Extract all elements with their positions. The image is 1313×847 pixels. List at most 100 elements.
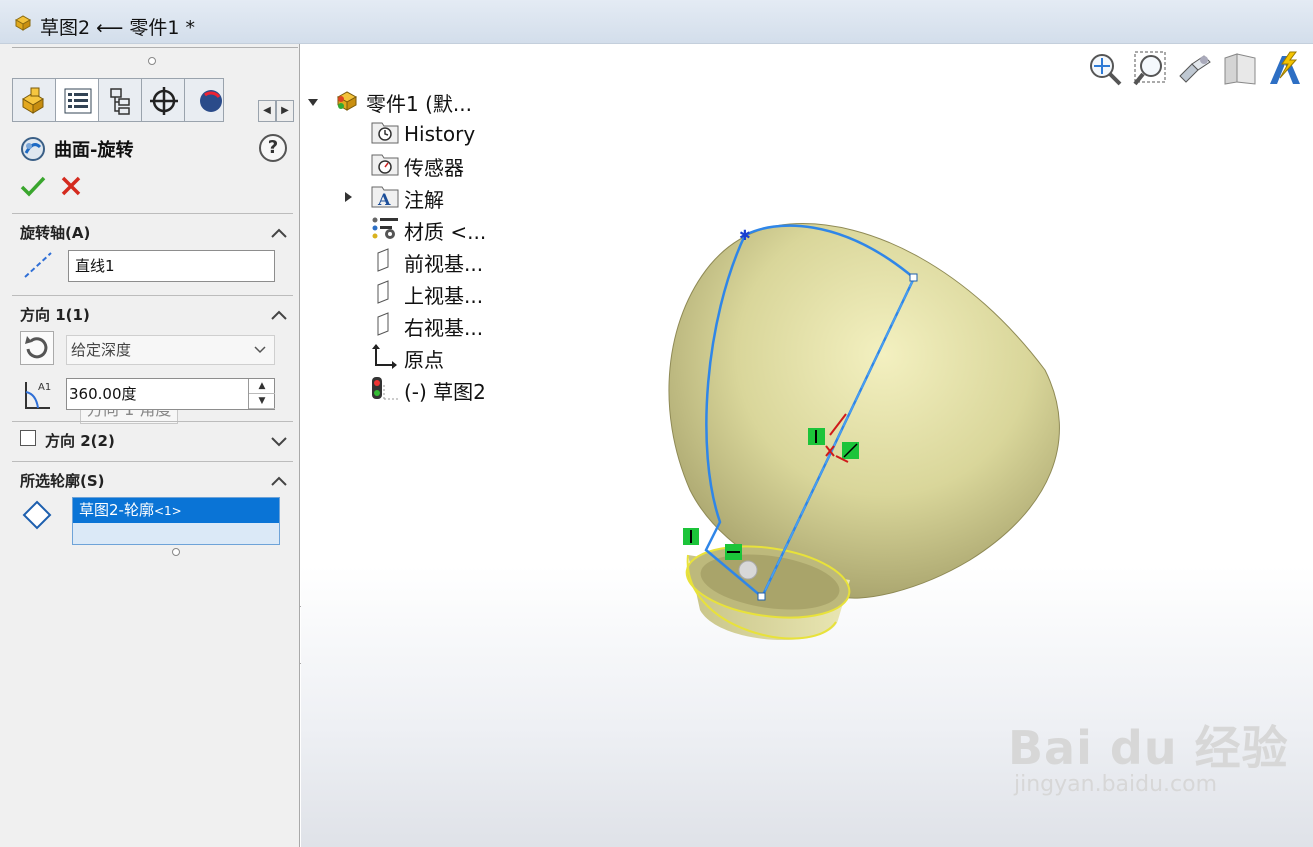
tab-scroll-buttons: ◀ ▶ [258,100,296,122]
tab-configuration-manager[interactable] [98,78,142,122]
preview-handle[interactable] [738,560,758,580]
collapse-icon[interactable] [270,472,288,491]
tree-item[interactable]: 原点 [370,344,444,372]
expand-arrow-icon[interactable] [342,189,354,208]
reverse-direction-button[interactable] [20,331,54,365]
spin-up-icon[interactable]: ▲ [249,379,275,394]
angle-input[interactable]: 360.00度 [66,378,275,410]
selected-profile-item[interactable]: 草图2-轮廓<1> [73,498,279,523]
plane-icon [370,247,400,277]
dimxpert-icon [150,87,178,115]
origin-icon [370,343,400,373]
svg-text:A: A [377,190,391,209]
cancel-button[interactable] [60,175,82,201]
direction2-section-title[interactable]: 方向 2(2) [45,430,115,451]
tree-item[interactable]: 前视基... [370,248,483,276]
sketch-point-marker: ✱ [739,228,751,244]
display-manager-icon [200,90,222,112]
plane-icon [370,311,400,341]
tree-item-label: 右视基... [404,315,484,340]
tree-item[interactable]: 上视基... [370,280,483,308]
tree-root-label: 零件1 (默... [366,91,472,116]
tree-item-label: History [404,122,476,146]
tree-item-label: 上视基... [404,283,484,308]
material-icon [370,215,400,245]
help-button[interactable]: ? [259,134,287,162]
tree-item-label: (-) 草图2 [404,379,486,404]
tree-item[interactable]: History [370,120,475,148]
tab-dimxpert-manager[interactable] [141,78,185,122]
panel-grip-bottom[interactable] [172,548,180,556]
tree-item-label: 前视基... [404,251,484,276]
dynamic-annotation-icon[interactable] [1266,50,1304,88]
tree-item-label: 注解 [404,187,444,212]
zoom-to-area-icon[interactable] [1131,50,1169,88]
tree-item-label: 原点 [404,347,444,372]
window-title: 草图2 ⟵ 零件1 * [40,17,196,39]
plane-icon [370,279,400,309]
section-divider [12,295,293,296]
part-icon [14,12,36,36]
collapse-icon[interactable] [270,306,288,325]
title-bar: 草图2 ⟵ 零件1 * [0,0,1313,44]
end-condition-value: 给定深度 [71,341,132,359]
svg-text:A1: A1 [38,382,51,393]
axis-line-icon [22,250,54,284]
profile-item-label: 草图2-轮廓 [79,501,154,519]
property-manager-panel: ◀ ▶ 曲面-旋转 ? 旋转轴(A) 直线1 方向 1(1) 给定深度 方向 1… [0,44,300,847]
profile-item-suffix: <1> [153,504,182,518]
tree-item-label: 材质 <... [404,219,487,244]
expand-icon[interactable] [270,432,288,451]
tab-feature-manager[interactable] [12,78,56,122]
section-divider [12,461,293,462]
section-divider [12,421,293,422]
zoom-to-fit-icon[interactable] [1086,50,1124,88]
tab-display-manager[interactable] [184,78,224,122]
sensor-icon [370,151,400,181]
rotate-icon [25,336,48,359]
feature-manager-icon [22,87,44,114]
selected-profiles-list[interactable]: 草图2-轮廓<1> [72,497,280,545]
panel-grip-top[interactable] [148,57,156,65]
sketch-icon [370,375,400,405]
tree-item[interactable]: (-) 草图2 [370,376,486,404]
axis-field[interactable]: 直线1 [68,250,275,282]
previous-view-icon[interactable] [1176,50,1214,88]
axis-section-title[interactable]: 旋转轴(A) [20,222,90,243]
tree-item[interactable]: 传感器 [370,152,464,180]
baidu-watermark: Bai du 经验 jingyan.baidu.com [1008,712,1289,797]
profile-section-title[interactable]: 所选轮廓(S) [20,470,105,491]
configuration-manager-icon [110,88,130,115]
tab-property-manager[interactable] [55,78,99,122]
collapse-icon[interactable] [270,224,288,243]
chevron-down-icon [254,336,266,373]
heads-up-view-toolbar [1086,50,1304,88]
angle-icon: A1 [22,378,54,416]
annotation-icon: A [370,183,400,213]
tree-item[interactable]: 右视基... [370,312,483,340]
profile-diamond-icon [22,500,52,534]
end-condition-select[interactable]: 给定深度 [66,335,275,365]
tab-scroll-right-icon[interactable]: ▶ [276,100,294,122]
tree-item[interactable]: 材质 <... [370,216,486,244]
spin-down-icon[interactable]: ▼ [249,394,275,409]
angle-spinner[interactable]: ▲ ▼ [248,379,275,409]
collapse-arrow-icon[interactable] [306,93,320,112]
ok-button[interactable] [20,174,46,202]
sketch-endpoint[interactable] [757,592,766,601]
history-icon [370,119,400,149]
section-view-icon[interactable] [1221,50,1259,88]
revolve-preview-model[interactable]: ✱ [640,210,1080,654]
feature-header: 曲面-旋转 [20,134,133,164]
direction2-checkbox[interactable] [20,430,36,446]
tree-item[interactable]: A 注解 [342,184,444,212]
direction1-section-title[interactable]: 方向 1(1) [20,304,90,325]
property-manager-icon [64,88,92,114]
feature-name: 曲面-旋转 [54,140,134,161]
checkmark-icon [20,176,46,197]
tab-scroll-left-icon[interactable]: ◀ [258,100,276,122]
sketch-endpoint[interactable] [909,273,918,282]
panel-top-divider [12,47,298,48]
watermark-main: Bai du 经验 [1008,721,1289,775]
tree-root[interactable]: 零件1 (默... [306,88,472,116]
